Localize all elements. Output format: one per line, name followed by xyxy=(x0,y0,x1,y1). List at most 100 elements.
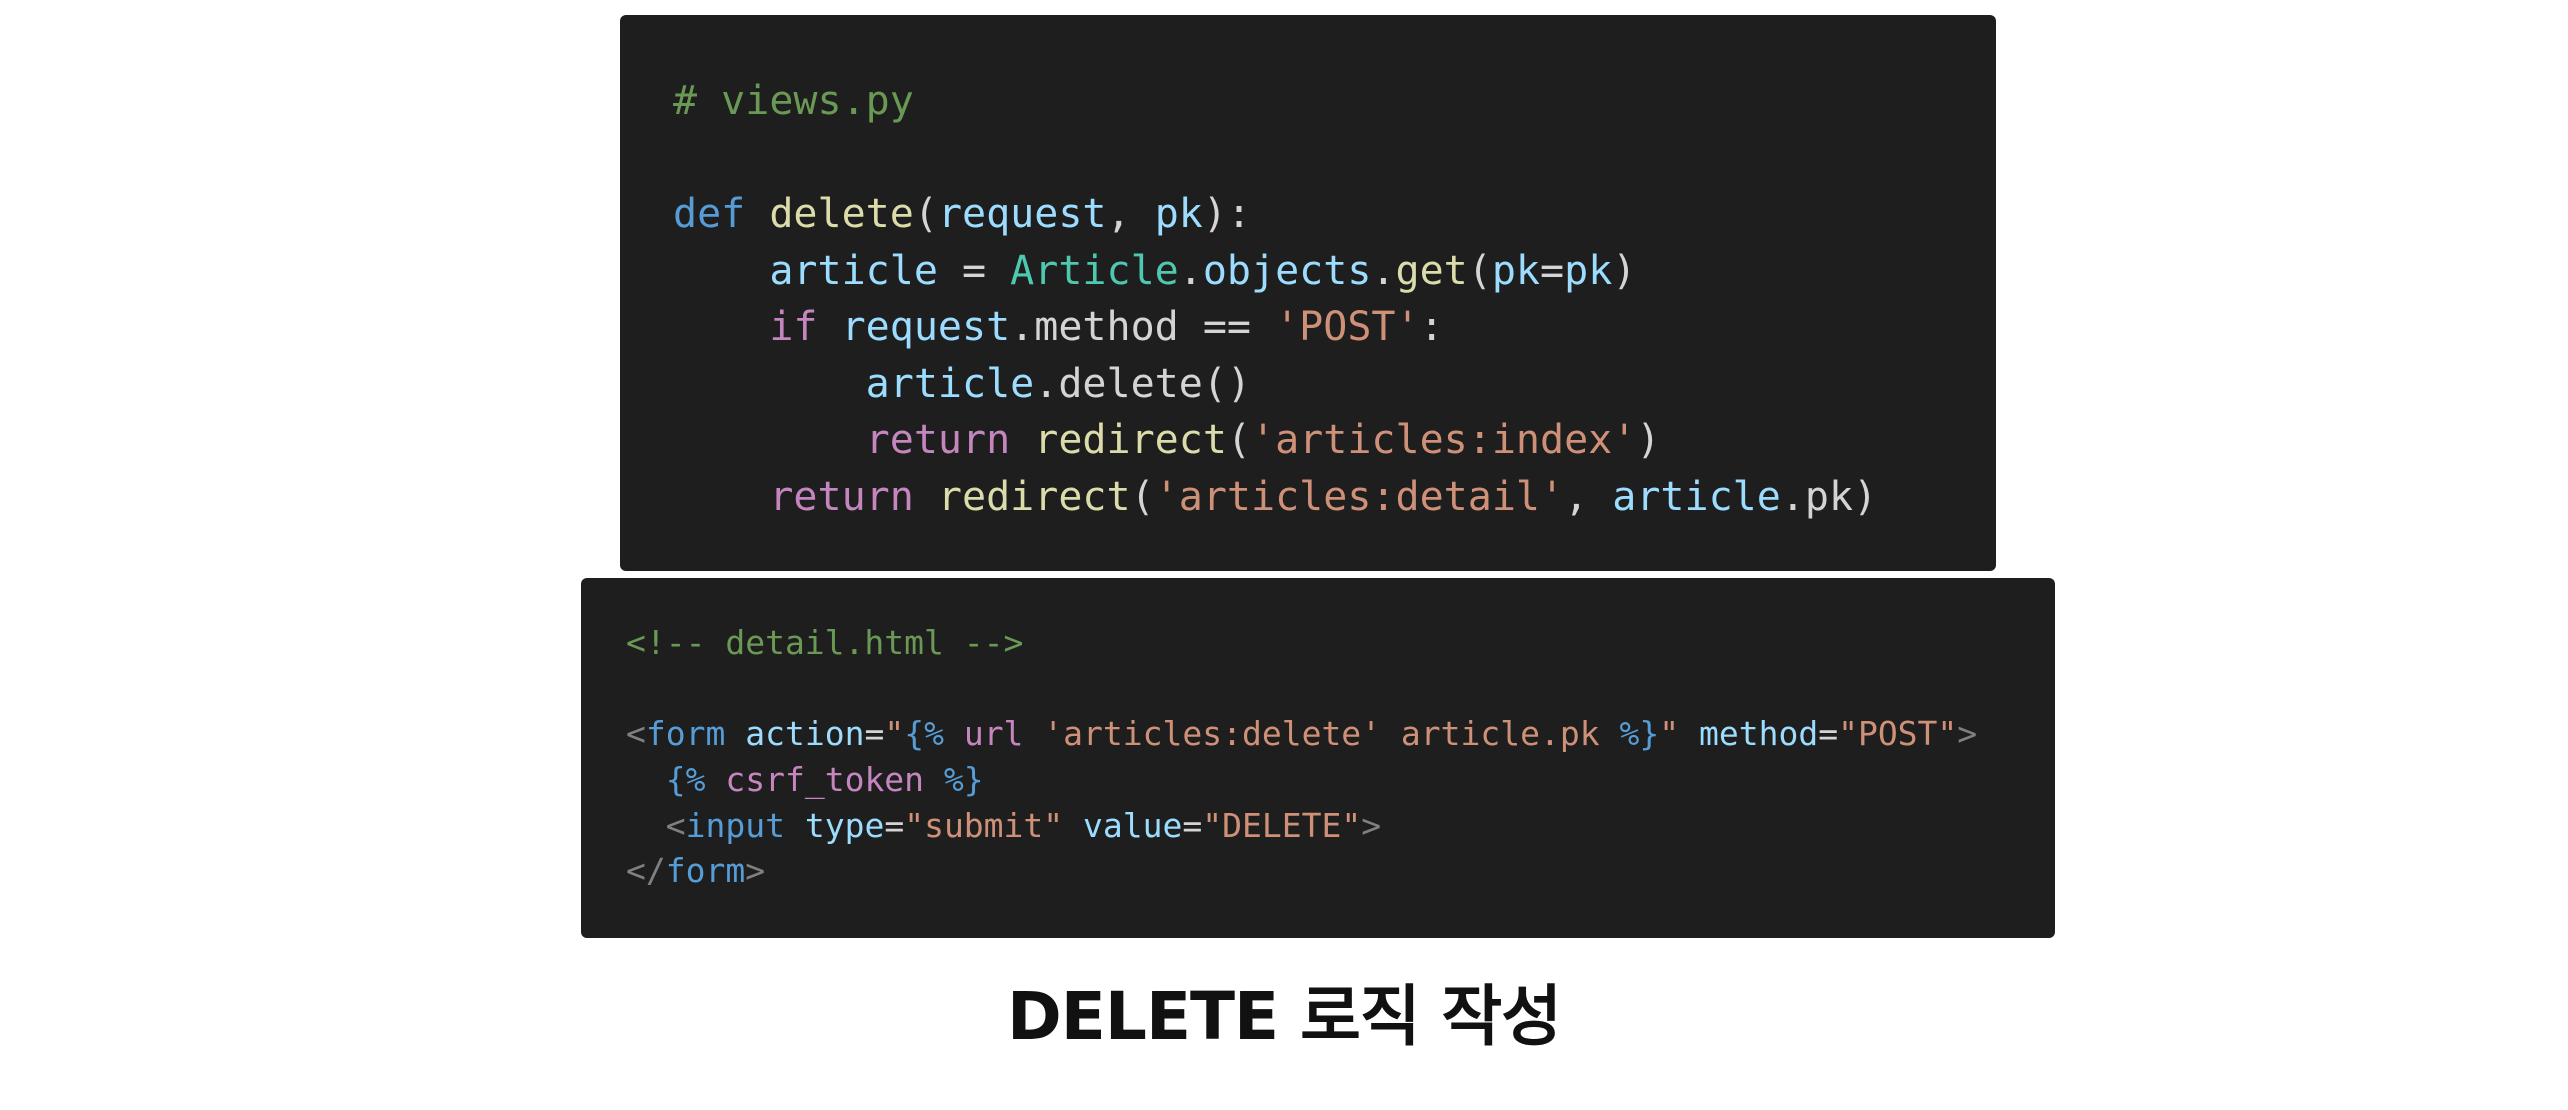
code-token: pk xyxy=(1564,247,1613,294)
code-token: pk xyxy=(1154,191,1203,237)
code-token: get xyxy=(1395,247,1468,294)
code-token: form xyxy=(665,851,746,891)
code-token: %} xyxy=(1619,714,1660,754)
code-token: ) xyxy=(1636,417,1661,463)
detail-template-code-block: <!-- detail.html --> <form action="{% url… xyxy=(581,578,2055,938)
code-token: pk xyxy=(1491,247,1541,294)
code-token: request xyxy=(937,191,1107,237)
code-token: ): xyxy=(1202,191,1252,237)
code-token: " xyxy=(884,714,905,754)
code-token: = xyxy=(1182,805,1203,845)
code-line: article = Article.objects.get(pk=pk) xyxy=(673,243,1996,300)
code-token: = xyxy=(937,247,1011,294)
code-token: return xyxy=(865,417,1011,463)
code-token: article xyxy=(1612,473,1781,520)
code-token: objects xyxy=(1202,247,1372,294)
code-token: < xyxy=(665,805,686,845)
code-token: if xyxy=(769,304,818,350)
code-token: {% xyxy=(665,760,706,800)
code-token: ( xyxy=(1226,417,1251,463)
code-line: if request.method == 'POST': xyxy=(673,299,1996,356)
code-token: type xyxy=(804,805,885,845)
code-token: .delete() xyxy=(1034,360,1251,407)
code-token: def xyxy=(673,191,746,237)
code-lines: # views.py def delete(request, pk): artic… xyxy=(673,73,1996,525)
slide-caption: DELETE 로직 작성 xyxy=(1007,978,1562,1055)
code-token: = xyxy=(1540,247,1565,294)
code-token: form xyxy=(645,714,726,754)
code-token: = xyxy=(884,805,905,845)
code-token: 'POST' xyxy=(1275,304,1420,350)
code-token: ( xyxy=(913,191,938,237)
code-token: return xyxy=(769,473,914,520)
code-line: article.delete() xyxy=(673,356,1996,413)
code-token: "submit" xyxy=(904,805,1064,845)
code-token: csrf_token xyxy=(705,760,944,800)
code-token: method xyxy=(1698,714,1819,754)
code-token: 'articles:delete' xyxy=(1043,714,1382,754)
code-token: > xyxy=(1361,805,1382,845)
code-token: .method == xyxy=(1010,304,1276,350)
code-token: : xyxy=(1419,304,1444,350)
code-line: <!-- detail.html --> xyxy=(626,620,2055,666)
code-token: < xyxy=(626,714,646,754)
code-token: {% xyxy=(904,714,944,754)
code-token: value xyxy=(1083,805,1183,845)
code-lines: <!-- detail.html --> <form action="{% url… xyxy=(626,620,2055,894)
code-token: redirect xyxy=(1034,417,1227,463)
code-line: <form action="{% url 'articles:delete' a… xyxy=(626,711,2055,757)
code-token: article xyxy=(865,360,1035,407)
code-line: {% csrf_token %} xyxy=(626,757,2055,803)
code-token: , xyxy=(1106,191,1155,237)
code-token: action xyxy=(745,714,865,754)
code-token: delete xyxy=(769,191,914,237)
code-line: # views.py xyxy=(673,73,1996,130)
code-token: > xyxy=(1957,714,1978,754)
code-token: <!-- detail.html --> xyxy=(626,623,1024,662)
code-token: 'articles:index' xyxy=(1251,417,1637,463)
code-token: Article xyxy=(1010,247,1179,294)
code-line: return redirect('articles:detail', artic… xyxy=(673,469,1996,526)
views-code-block: # views.py def delete(request, pk): artic… xyxy=(620,15,1996,571)
code-token: redirect xyxy=(937,473,1131,520)
code-token: article xyxy=(769,247,938,294)
code-token: . xyxy=(1371,247,1396,294)
code-token: 'articles:detail' xyxy=(1154,473,1565,520)
code-token: request xyxy=(841,304,1011,350)
code-token: "POST" xyxy=(1838,714,1958,754)
code-token: " xyxy=(1659,714,1680,754)
code-token: = xyxy=(1818,714,1839,754)
code-token: url xyxy=(943,714,1044,754)
code-line: return redirect('articles:index') xyxy=(673,412,1996,469)
code-token: .pk) xyxy=(1780,473,1878,520)
code-token: . xyxy=(1178,247,1203,294)
code-token: %} xyxy=(943,760,984,800)
code-token: ( xyxy=(1467,247,1492,294)
code-token: # views.py xyxy=(673,78,914,124)
code-token: ) xyxy=(1612,247,1637,294)
code-token: "DELETE" xyxy=(1202,805,1362,845)
code-line: def delete(request, pk): xyxy=(673,186,1996,243)
code-token: ( xyxy=(1130,473,1155,520)
code-token: input xyxy=(685,805,785,845)
code-line: </form> xyxy=(626,848,2055,894)
code-token: , xyxy=(1564,473,1613,520)
code-token: = xyxy=(864,714,885,754)
code-token: </ xyxy=(626,851,666,891)
code-token: > xyxy=(745,851,766,891)
code-token: article.pk xyxy=(1381,714,1620,754)
code-line: <input type="submit" value="DELETE"> xyxy=(626,803,2055,849)
